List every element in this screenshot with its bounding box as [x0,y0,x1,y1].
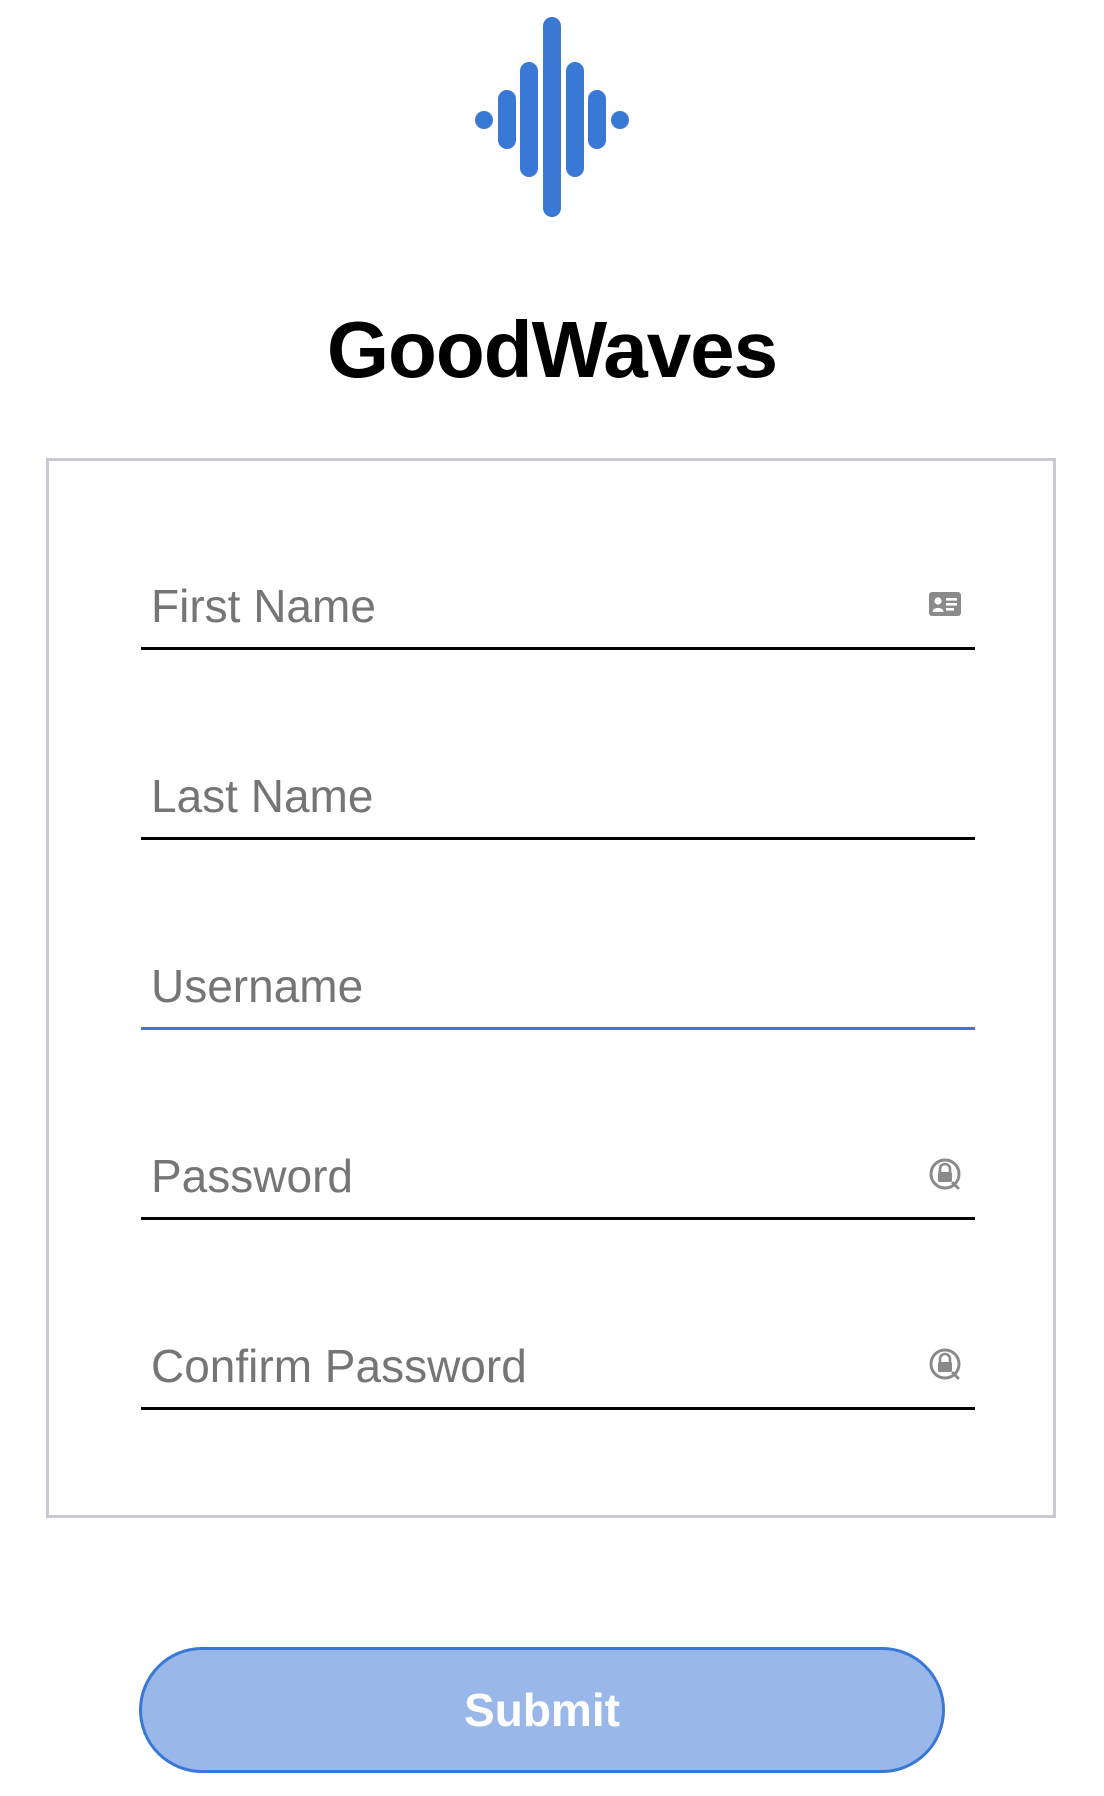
app-title: GoodWaves [326,305,778,394]
password-field [141,1134,975,1220]
password-input[interactable] [141,1134,975,1217]
first-name-input[interactable] [141,564,975,647]
username-field [141,944,975,1030]
last-name-field [141,754,975,840]
password-key-icon[interactable] [927,1346,963,1382]
username-input[interactable] [141,944,975,1027]
confirm-password-field [141,1324,975,1410]
soundwave-logo-icon [475,17,629,217]
confirm-password-input[interactable] [141,1324,975,1407]
password-key-icon[interactable] [927,1156,963,1192]
contact-card-icon[interactable] [927,586,963,622]
last-name-input[interactable] [141,754,975,837]
submit-button[interactable]: Submit [139,1647,945,1773]
registration-form [46,458,1056,1518]
first-name-field [141,564,975,650]
